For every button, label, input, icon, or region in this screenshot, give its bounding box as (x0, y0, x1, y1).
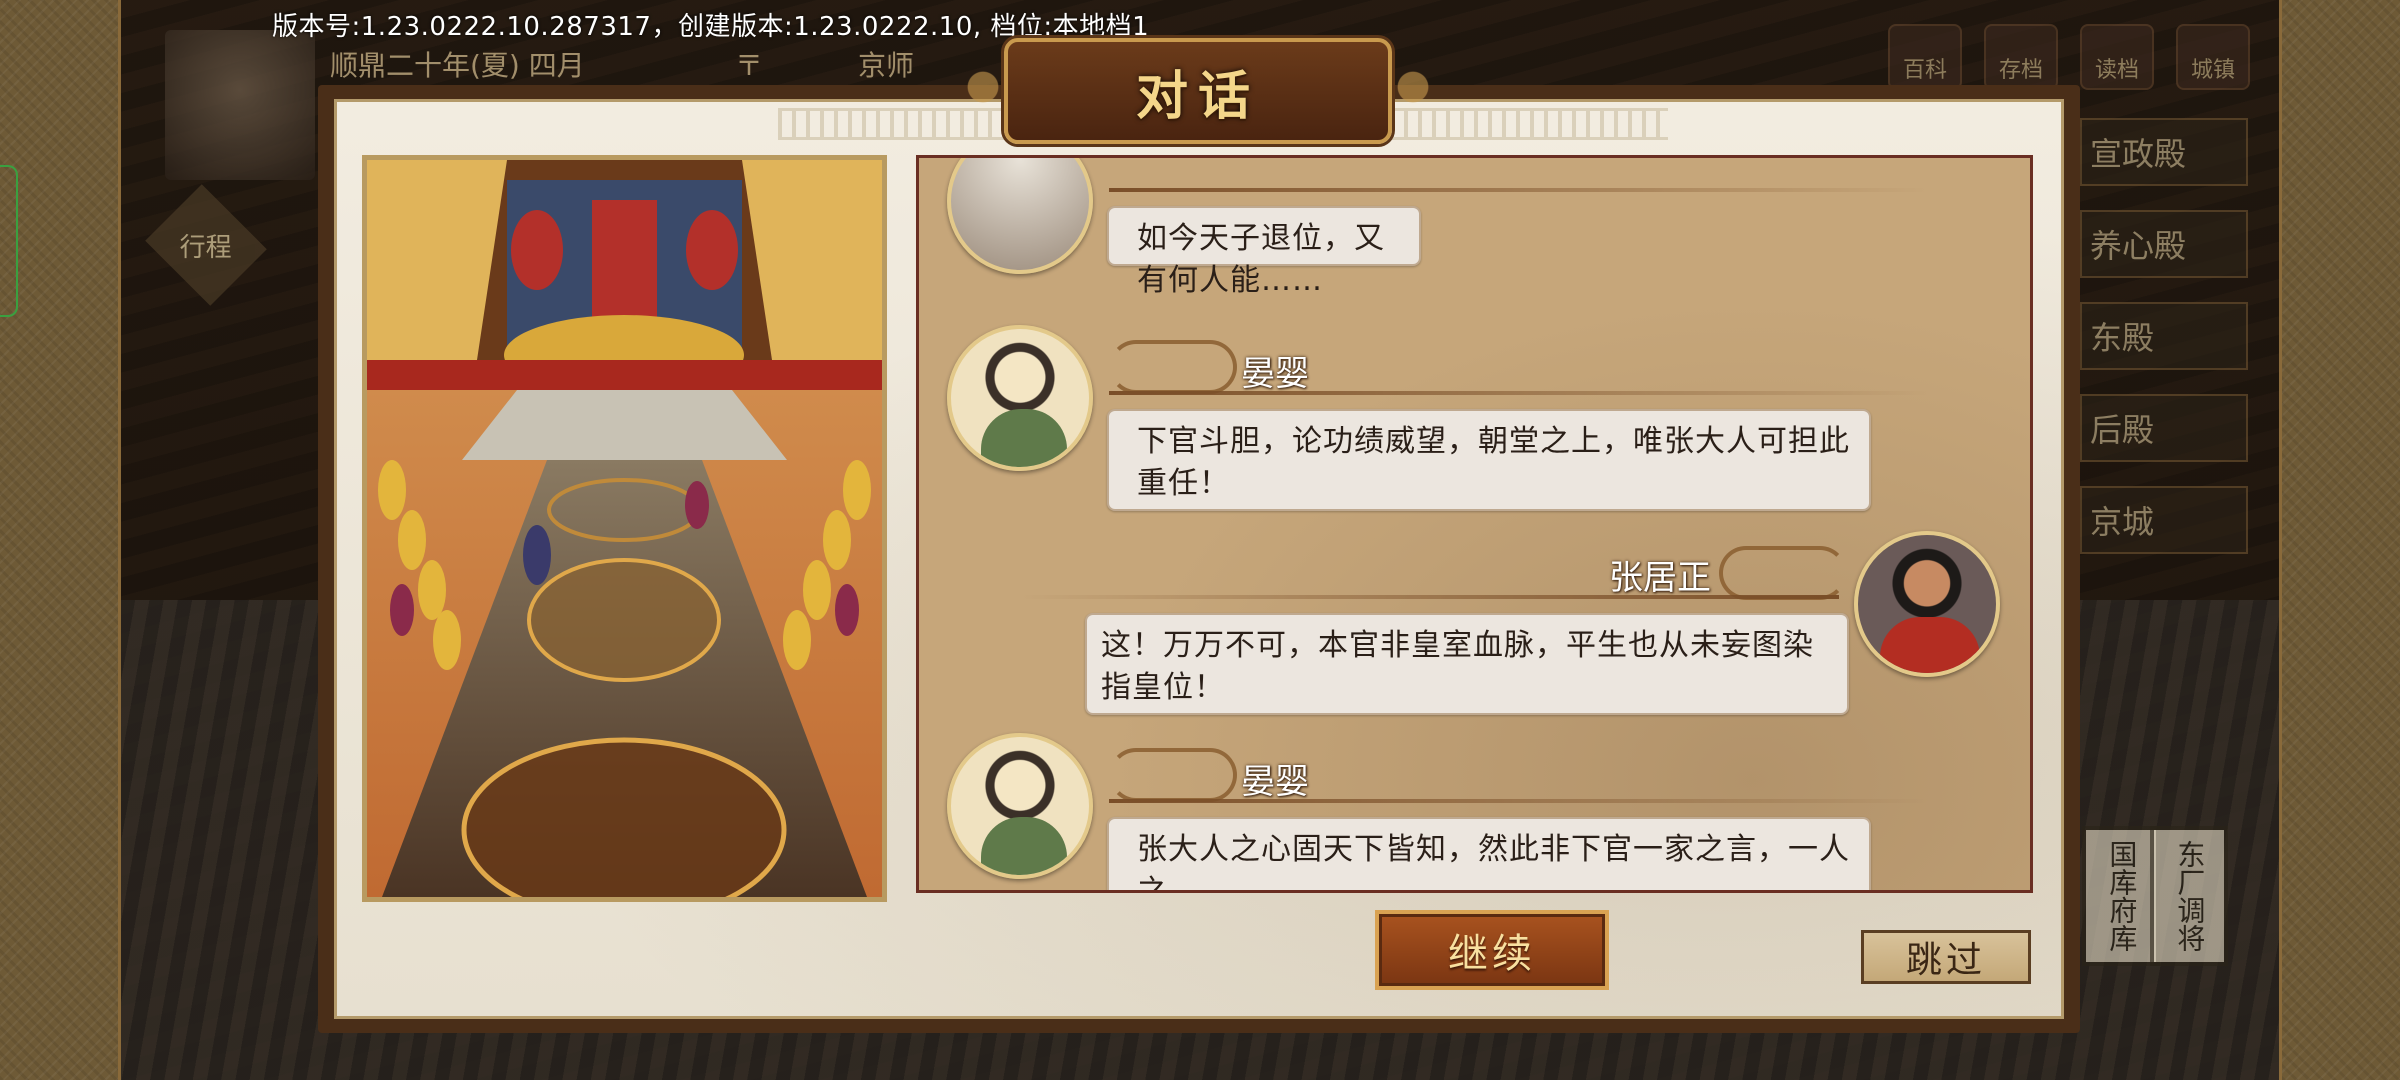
throne-hall-illustration (362, 155, 887, 902)
game-date: 顺鼎二十年(夏) 四月 (330, 49, 585, 82)
message-bubble: 下官斗胆，论功绩威望，朝堂之上，唯张大人可担此重任！ (1107, 409, 1871, 511)
message-divider (1109, 391, 1929, 395)
speaker-name: 晏婴 (1241, 354, 1309, 394)
location-rear-hall[interactable]: 后殿 (2080, 394, 2248, 462)
speaker-name: 张居正 (1609, 558, 1711, 598)
left-border-pattern (0, 0, 121, 1080)
cloud-ornament-icon (1109, 340, 1237, 394)
message-bubble: 如今天子退位，又有何人能…… (1107, 206, 1421, 298)
zhang-juzheng-avatar (1854, 531, 2000, 677)
yan-ying-avatar (947, 733, 1093, 879)
skip-button[interactable]: 跳过 (1861, 930, 2031, 984)
yan-ying-avatar (947, 325, 1093, 471)
speaker-name: 晏婴 (1241, 762, 1309, 802)
speaker-avatar (947, 158, 1093, 274)
message-divider (1019, 595, 1839, 599)
message-divider (1109, 188, 1929, 192)
location-yangxin-hall[interactable]: 养心殿 (2080, 210, 2248, 278)
message-bubble: 这！万万不可，本官非皇室血脉，平生也从未妄图染指皇位！ (1085, 613, 1849, 715)
side-pull-tab[interactable] (0, 165, 18, 317)
dongchang-button[interactable]: 东厂调将 (2150, 826, 2228, 966)
location-menu: 宣政殿 养心殿 东殿 后殿 京城 (2080, 118, 2248, 578)
location-capital[interactable]: 京城 (2080, 486, 2248, 554)
location-east-hall[interactable]: 东殿 (2080, 302, 2248, 370)
throne-hall-svg (367, 160, 882, 897)
town-button[interactable]: 城镇 (2176, 24, 2250, 90)
continue-button[interactable]: 继续 (1375, 910, 1609, 990)
dialogue-log[interactable]: 如今天子退位，又有何人能…… 晏婴 下官斗胆，论功绩威望，朝堂之上，唯张大人可担… (916, 155, 2033, 893)
cloud-ornament-icon (1109, 748, 1237, 802)
itinerary-label: 行程 (179, 232, 233, 263)
treasury-button[interactable]: 国库府库 (2082, 826, 2160, 966)
encyclopedia-button[interactable]: 百科 (1888, 24, 1962, 90)
save-button[interactable]: 存档 (1984, 24, 2058, 90)
location-xuanzheng-hall[interactable]: 宣政殿 (2080, 118, 2248, 186)
top-icon-bar: 百科 存档 读档 城镇 (1888, 24, 2250, 90)
load-button[interactable]: 读档 (2080, 24, 2154, 90)
dialogue-title: 对话 (1135, 65, 1260, 127)
player-portrait[interactable] (165, 30, 315, 180)
dialogue-title-plaque: 对话 (948, 38, 1448, 144)
cloud-ornament-icon (1719, 546, 1847, 600)
right-border-pattern (2279, 0, 2400, 1080)
message-divider (1109, 799, 1929, 803)
message-bubble: 张大人之心固天下皆知，然此非下官一家之言，一人之 (1107, 817, 1871, 890)
hud-separator-icon: 〒 (735, 49, 764, 82)
current-city: 京师 (858, 49, 915, 82)
